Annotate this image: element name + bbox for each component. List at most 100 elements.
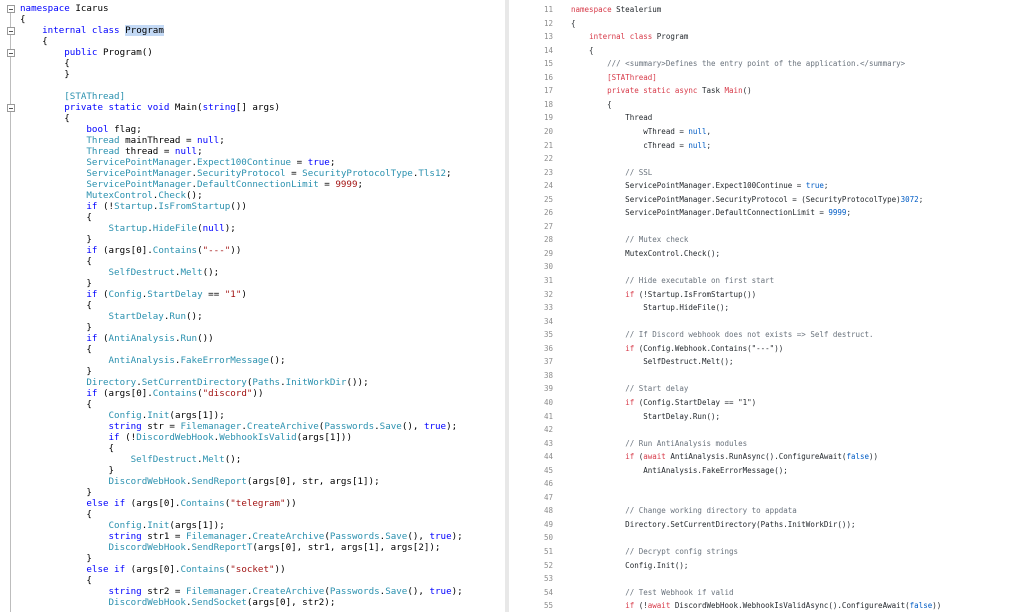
code-token: (Config.Webhook.Contains("---")) — [638, 343, 784, 353]
line-number: 24 — [543, 181, 553, 191]
line-number: 19 — [543, 113, 553, 123]
code-token: { — [20, 58, 70, 69]
collapse-icon[interactable] — [7, 5, 15, 13]
right-code-text: internal class Program — [571, 30, 688, 44]
code-token: = — [285, 168, 303, 179]
code-token: ; — [357, 179, 364, 190]
code-token: Program — [125, 25, 164, 36]
code-token: ()); — [346, 377, 369, 388]
code-token: SendSocket — [191, 597, 247, 608]
code-token: , — [706, 126, 711, 136]
left-code-text: else if (args[0].Contains("telegram")) — [20, 498, 296, 509]
code-token: (Config.StartDelay == "1") — [638, 397, 757, 407]
code-token: } — [20, 234, 92, 245]
code-token: SelfDestruct — [130, 454, 198, 465]
line-number: 45 — [543, 465, 553, 475]
left-code-text: DiscordWebHook.SendReport(args[0], str, … — [20, 476, 380, 487]
code-token: Filemanager — [185, 531, 247, 542]
right-code-text: namespace Stealerium — [571, 3, 661, 17]
code-token: [STAThread] — [607, 72, 657, 82]
left-code-text: bool flag; — [20, 124, 141, 135]
line-number: 12 — [543, 18, 553, 28]
code-token: /// <summary>Defines the entry point of … — [607, 59, 906, 69]
code-token: ; — [197, 146, 203, 157]
left-code-text: { — [20, 212, 92, 223]
code-token: (! — [638, 601, 648, 611]
code-token: Run — [169, 311, 186, 322]
left-code-text: } — [20, 366, 92, 377]
left-code-text: private static void Main(string[] args) — [20, 102, 280, 113]
collapse-icon[interactable] — [7, 49, 15, 57]
code-token: Filemanager — [185, 586, 247, 597]
line-number: 55 — [543, 601, 553, 611]
code-token: wThread = — [571, 126, 689, 136]
code-token: CreateArchive — [252, 586, 325, 597]
collapse-icon[interactable] — [7, 27, 15, 35]
code-token: string — [202, 102, 236, 113]
code-token: private static async — [607, 86, 702, 96]
left-code-editor[interactable]: namespace Icarus{ internal class Program… — [0, 0, 506, 612]
left-code-text: internal class Program — [20, 25, 164, 36]
code-token: { — [20, 113, 70, 124]
collapse-icon[interactable] — [7, 104, 15, 112]
left-code-text: { — [20, 14, 26, 25]
code-token: 9999 — [335, 179, 358, 190]
code-token: private static void — [64, 102, 175, 113]
code-token: } — [20, 322, 92, 333]
code-token: SelfDestruct.Melt(); — [571, 357, 734, 367]
code-token: true — [307, 157, 330, 168]
right-code-text: { — [571, 44, 594, 58]
code-token: (args[0], str1, args[1], args[2]); — [252, 542, 441, 553]
code-token: 3072 — [900, 194, 919, 204]
code-token: Startup — [108, 223, 148, 234]
line-number: 23 — [543, 167, 553, 177]
code-token: ; — [329, 157, 336, 168]
left-code-text: if (AntiAnalysis.Run()) — [20, 333, 213, 344]
code-token: Icarus — [69, 3, 109, 14]
code-token: MutexControl — [86, 190, 153, 201]
line-number: 37 — [543, 357, 553, 367]
code-token: true — [805, 181, 824, 191]
right-code-viewer[interactable]: 11 namespace Stealerium 12 {13 internal cla… — [509, 0, 1024, 612]
line-number: 35 — [543, 330, 553, 340]
code-token: ServicePointManager — [86, 168, 192, 179]
code-token: 9999 — [828, 208, 847, 218]
code-token: (), — [407, 531, 430, 542]
code-token: SendReport — [191, 476, 247, 487]
code-token: Program — [656, 32, 689, 42]
right-code-text: ServicePointManager.Expect100Continue = … — [571, 179, 828, 193]
code-token: = — [318, 179, 336, 190]
code-token: "telegram" — [230, 498, 286, 509]
code-token: Run — [180, 333, 198, 344]
code-token: mainThread = — [125, 135, 198, 146]
left-code-text: public Program() — [20, 47, 153, 58]
right-code-text: // If Discord webhook does not exists =>… — [571, 328, 873, 342]
line-number: 41 — [543, 411, 553, 421]
fold-guide — [10, 12, 11, 612]
code-token: // Run AntiAnalysis modules — [625, 438, 748, 448]
line-number: 48 — [543, 506, 553, 516]
left-code-text: [STAThread] — [20, 91, 125, 102]
code-token: Stealerium — [616, 5, 662, 14]
code-token: { — [20, 443, 115, 454]
line-number: 38 — [543, 370, 553, 380]
code-token: Config — [108, 520, 142, 531]
left-code-text: { — [20, 113, 70, 124]
code-token: Program() — [103, 47, 153, 58]
code-token: else if — [86, 564, 131, 575]
code-token: DiscordWebHook.WebhookIsValidAsync().Con… — [674, 601, 910, 611]
code-token: await — [647, 601, 675, 611]
code-token: == — [202, 289, 225, 300]
